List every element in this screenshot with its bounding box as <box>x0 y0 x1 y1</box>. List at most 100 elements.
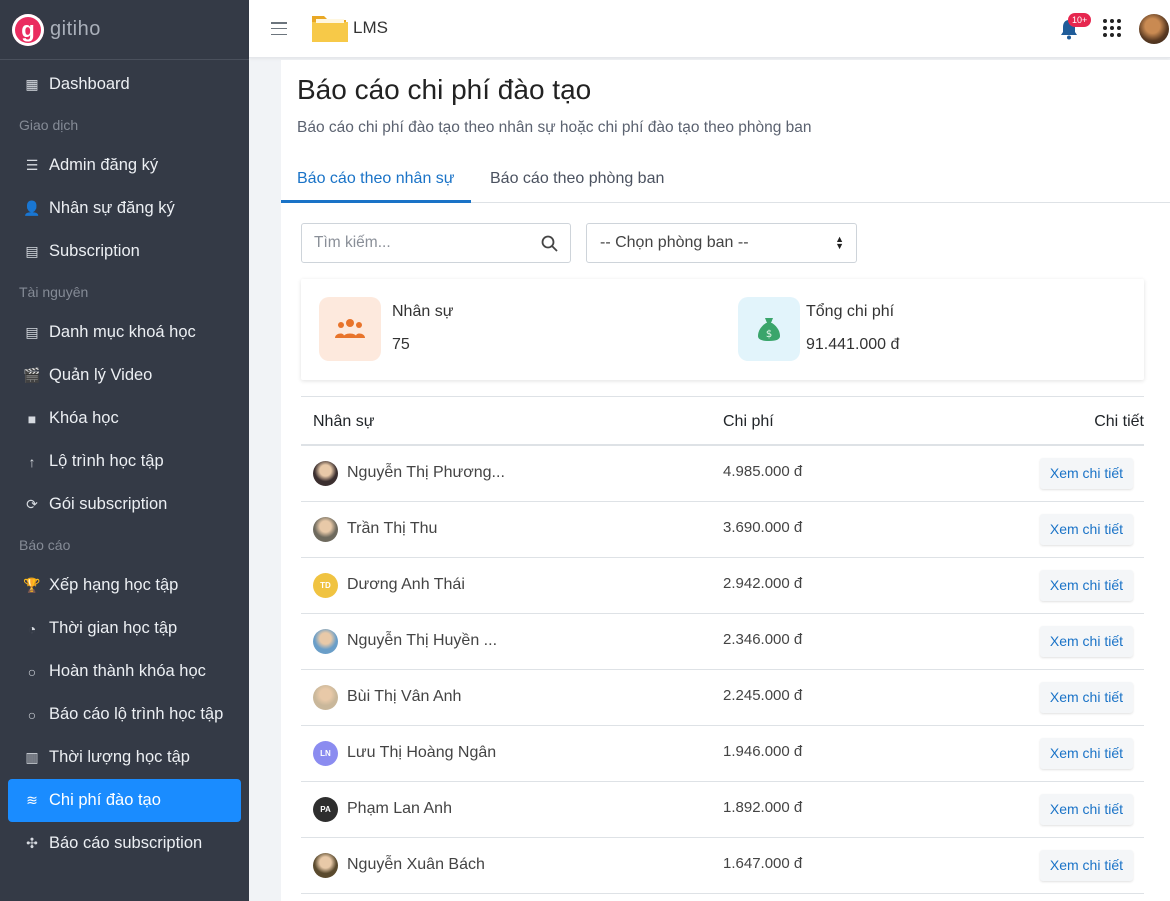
users-icon <box>335 319 365 338</box>
circle-icon: ○ <box>27 706 37 723</box>
tab-by-department[interactable]: Báo cáo theo phòng ban <box>474 164 680 203</box>
staff-name: Nguyễn Xuân Bách <box>347 856 485 873</box>
sidebar-item[interactable]: ✣ Báo cáo subscription <box>0 822 241 865</box>
staff-avatar: LN <box>313 741 338 766</box>
main-content: Báo cáo chi phí đào tạo Báo cáo chi phí … <box>281 60 1170 901</box>
staff-cost: 2.245.000 đ <box>723 687 803 704</box>
sidebar-item-label: Thời gian học tập <box>49 619 178 637</box>
sidebar-item[interactable]: ▥ Thời lượng học tập <box>0 736 241 779</box>
staff-avatar <box>313 629 338 654</box>
sidebar-item-label: Quản lý Video <box>49 366 153 384</box>
sidebar-item[interactable]: 🏆 Xếp hạng học tập <box>0 564 241 607</box>
view-detail-button[interactable]: Xem chi tiết <box>1039 794 1133 825</box>
sidebar-item[interactable]: 👤 Nhân sự đăng ký <box>0 187 241 230</box>
sidebar-item[interactable]: ↑ Lộ trình học tập <box>0 440 241 483</box>
sidebar-item[interactable]: ▤ Subscription <box>0 230 241 273</box>
page-title: Báo cáo chi phí đào tạo <box>297 74 592 105</box>
cost-stat-value: 91.441.000 đ <box>806 336 900 353</box>
sidebar-item[interactable]: ▤ Danh mục khoá học <box>0 311 241 354</box>
staff-cost: 3.690.000 đ <box>723 519 803 536</box>
user-check-icon: 👤 <box>23 200 41 216</box>
sidebar-item[interactable]: ☰ Admin đăng ký <box>0 144 241 187</box>
header-cost: Chi phí <box>723 413 774 430</box>
view-detail-button[interactable]: Xem chi tiết <box>1039 850 1133 881</box>
catalog-icon: ▤ <box>25 324 39 340</box>
view-detail-button[interactable]: Xem chi tiết <box>1039 570 1133 601</box>
view-detail-button[interactable]: Xem chi tiết <box>1039 682 1133 713</box>
staff-cost: 1.892.000 đ <box>723 799 803 816</box>
staff-stat-label: Nhân sự <box>392 303 454 320</box>
money-bag-icon: $ <box>758 318 780 341</box>
sidebar-item[interactable]: ◔ Thời gian học tập <box>0 607 241 650</box>
sidebar-item-label: Gói subscription <box>49 495 168 513</box>
sidebar-item-label: Admin đăng ký <box>49 156 159 174</box>
sidebar-item-label: Thời lượng học tập <box>49 748 190 766</box>
app-name: LMS <box>353 18 388 37</box>
brand[interactable]: g gitiho <box>0 0 249 60</box>
table-row: LN Lưu Thị Hoàng Ngân 1.946.000 đ Xem chi t… <box>301 726 1144 782</box>
staff-name: Trần Thị Thu <box>347 520 438 537</box>
sidebar-nav: ▦ Dashboard Giao dịch ☰ Admin đăng ký 👤 Nhân s… <box>0 60 249 865</box>
sidebar-section-label: Tài nguyên <box>19 284 89 300</box>
table-row: Nguyễn Xuân Bách 1.647.000 đ Xem chi tiết <box>301 838 1144 894</box>
view-detail-button[interactable]: Xem chi tiết <box>1039 514 1133 545</box>
dashboard-icon: ▦ <box>25 76 39 92</box>
list-icon: ☰ <box>25 157 39 173</box>
tab-by-staff[interactable]: Báo cáo theo nhân sự <box>281 164 471 203</box>
video-camera-icon: ■ <box>27 410 37 427</box>
gitiho-logo: g <box>12 13 44 46</box>
table-row: Nguyễn Thị Huyền ... 2.346.000 đ Xem chi t… <box>301 614 1144 670</box>
sidebar-item-label: Subscription <box>49 242 140 260</box>
arrow-up-icon: ↑ <box>28 453 36 470</box>
staff-stat-value: 75 <box>392 336 410 353</box>
subscription-icon: ▤ <box>25 243 39 259</box>
folder-icon <box>312 16 348 42</box>
table-row: TD Dương Anh Thái 2.942.000 đ Xem chi tiết <box>301 558 1144 614</box>
department-select[interactable]: -- Chọn phòng ban -- ▲ ▼ <box>586 223 857 263</box>
header-staff: Nhân sự <box>313 413 375 430</box>
staff-cost: 1.946.000 đ <box>723 743 803 760</box>
sidebar-item[interactable]: ■ Khóa học <box>0 397 241 440</box>
search-icon[interactable] <box>541 235 558 252</box>
staff-avatar <box>313 517 338 542</box>
table-header: Nhân sự Chi phí Chi tiết <box>301 396 1144 446</box>
chart-icon: ▥ <box>25 749 39 765</box>
search-input[interactable] <box>302 224 532 262</box>
table-row: PA Phạm Lan Anh 1.892.000 đ Xem chi tiết <box>301 782 1144 838</box>
sidebar-item[interactable]: ○ Hoàn thành khóa học <box>0 650 241 693</box>
select-caret-icon: ▲ ▼ <box>835 234 844 251</box>
sidebar-item[interactable]: 🎬 Quản lý Video <box>0 354 241 397</box>
sidebar-item[interactable]: ▦ Dashboard <box>0 63 241 106</box>
sidebar-item-label: Dashboard <box>49 75 130 93</box>
view-detail-button[interactable]: Xem chi tiết <box>1039 738 1133 769</box>
sidebar-item-label: Báo cáo subscription <box>49 834 203 852</box>
sidebar-item-label: Chi phí đào tạo <box>49 791 161 809</box>
page-subtitle: Báo cáo chi phí đào tạo theo nhân sự hoặ… <box>297 119 812 136</box>
coins-icon: ≋ <box>26 792 38 808</box>
clapper-icon: 🎬 <box>23 367 41 383</box>
staff-avatar: TD <box>313 573 338 598</box>
search-box <box>301 223 571 263</box>
user-avatar[interactable] <box>1139 14 1169 44</box>
circle-icon: ○ <box>27 663 37 680</box>
view-detail-button[interactable]: Xem chi tiết <box>1039 458 1133 489</box>
department-select-value: -- Chọn phòng ban -- <box>600 234 749 251</box>
staff-name: Nguyễn Thị Huyền ... <box>347 632 498 649</box>
cost-stat-icon-box: $ <box>738 297 800 361</box>
table-row: Trần Thị Thu 3.690.000 đ Xem chi tiết <box>301 502 1144 558</box>
staff-avatar <box>313 685 338 710</box>
sidebar: g gitiho ▦ Dashboard Giao dịch ☰ Admin đăng … <box>0 0 249 901</box>
report-tabs: Báo cáo theo nhân sự Báo cáo theo phòng … <box>281 164 1170 203</box>
sidebar-section-label: Giao dịch <box>19 117 79 133</box>
sidebar-item[interactable]: ○ Báo cáo lộ trình học tập <box>0 693 241 736</box>
stats-card: Nhân sự 75 $ Tổng chi phí 91.441.000 đ <box>301 279 1144 380</box>
staff-name: Nguyễn Thị Phương... <box>347 464 505 481</box>
sidebar-item[interactable]: ≋ Chi phí đào tạo <box>8 779 241 822</box>
sidebar-item-label: Danh mục khoá học <box>49 323 196 341</box>
apps-grid-icon[interactable] <box>1103 19 1121 37</box>
header-detail: Chi tiết <box>1094 413 1144 430</box>
menu-toggle-icon[interactable] <box>271 22 287 35</box>
sidebar-item[interactable]: ⟳ Gói subscription <box>0 483 241 526</box>
staff-cost: 2.346.000 đ <box>723 631 803 648</box>
view-detail-button[interactable]: Xem chi tiết <box>1039 626 1133 657</box>
